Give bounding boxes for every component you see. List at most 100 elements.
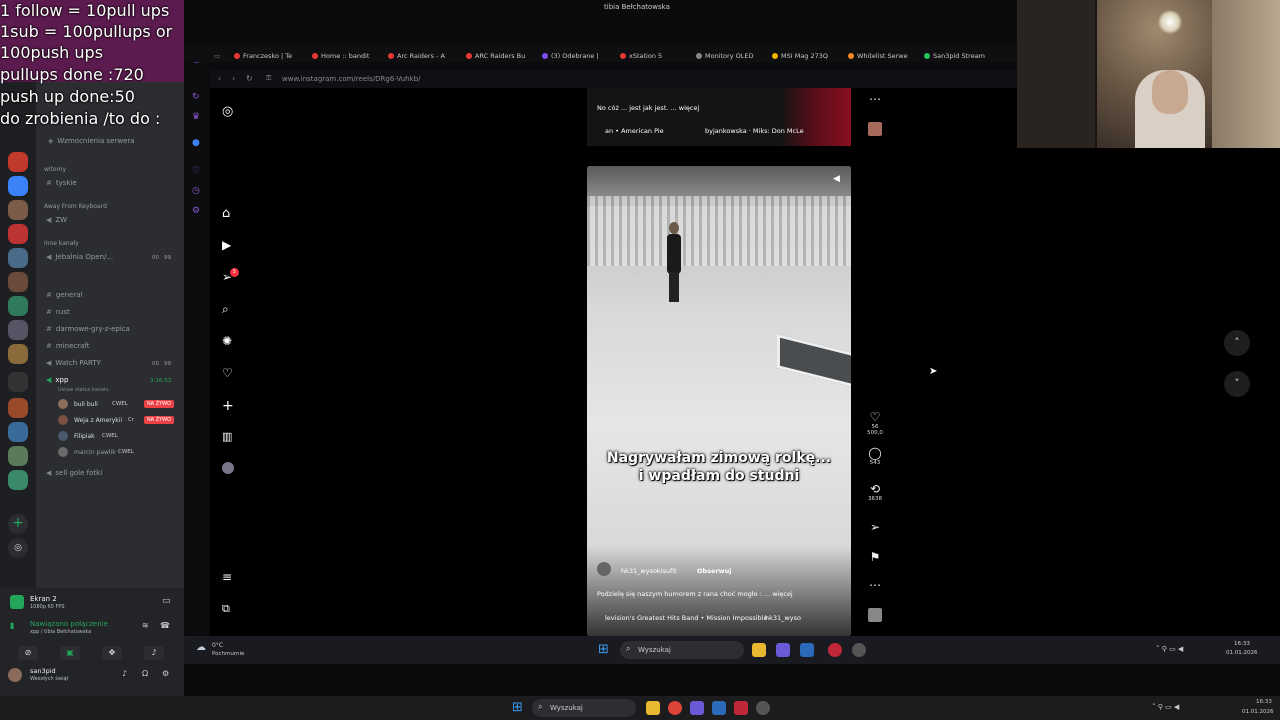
windows-start-icon[interactable]: ⊞ xyxy=(512,700,523,715)
reel-music[interactable]: levision's Greatest Hits Band • Mission … xyxy=(605,614,767,622)
disconnect-icon[interactable]: ☎ xyxy=(160,621,170,630)
reel-previous[interactable]: No cóż ... jest jak jest. ... więcej an … xyxy=(587,88,851,146)
channel-sell[interactable]: ◀ sell gole fotki xyxy=(46,469,102,477)
server-icon[interactable] xyxy=(8,152,28,172)
bag-icon[interactable]: ♛ xyxy=(192,112,200,122)
forward-icon[interactable]: › xyxy=(232,74,235,83)
voice-connected-channel[interactable]: xpp / tibia Bełchatowska xyxy=(30,629,91,635)
settings-icon[interactable]: ⚙ xyxy=(192,206,200,216)
server-icon[interactable] xyxy=(8,422,28,442)
file-explorer-icon[interactable] xyxy=(752,643,766,657)
camera-off-button[interactable]: ⊘ xyxy=(18,646,38,660)
channel-status[interactable]: Ustaw status kanału xyxy=(58,387,109,393)
follow-button[interactable]: Obserwuj xyxy=(697,567,732,575)
explore-icon[interactable]: ✺ xyxy=(222,334,236,348)
headphones-icon[interactable]: Ω xyxy=(142,669,148,678)
app-icon[interactable] xyxy=(734,701,748,715)
audio-thumb[interactable] xyxy=(865,122,885,136)
reel-author[interactable]: hk31_wysokisufit xyxy=(621,567,677,575)
activities-button[interactable]: ✥ xyxy=(102,646,122,660)
reload-icon[interactable]: ↻ xyxy=(246,74,253,83)
channel-rust[interactable]: # rust xyxy=(46,308,70,316)
tab-list-icon[interactable]: ▭ xyxy=(214,52,220,60)
voice-user-name[interactable]: Filipiak xyxy=(74,433,95,440)
browser-tab[interactable]: Monitory OLED xyxy=(696,52,753,60)
taskbar-search[interactable]: Wyszukaj xyxy=(620,641,744,659)
steam-icon[interactable] xyxy=(800,643,814,657)
microphone-icon[interactable]: ♪ xyxy=(122,669,127,678)
save-button[interactable]: ⚑ xyxy=(865,550,885,564)
opera-icon[interactable] xyxy=(828,643,842,657)
steam-icon[interactable] xyxy=(712,701,726,715)
author-avatar[interactable] xyxy=(597,562,611,576)
server-icon[interactable] xyxy=(8,398,28,418)
lock-icon[interactable]: ⚿ xyxy=(266,74,271,83)
category-inne[interactable]: inne kanały xyxy=(44,240,79,247)
server-icon[interactable] xyxy=(8,224,28,244)
like-button[interactable]: ♡ 56 500,0 xyxy=(865,410,885,436)
channel-general[interactable]: # general xyxy=(46,291,82,299)
reel-music[interactable]: an • American Pie xyxy=(605,127,664,135)
channel-darmowe[interactable]: # darmowe-gry-z-epica xyxy=(46,325,130,333)
server-icon[interactable] xyxy=(8,176,28,196)
messenger-icon[interactable]: ● xyxy=(192,138,200,148)
screen-share-button[interactable]: ▣ xyxy=(60,646,80,660)
clock-date[interactable]: 01.01.2026 xyxy=(1226,650,1258,656)
discover-icon[interactable]: ◎ xyxy=(8,538,28,558)
reel-audio-author[interactable]: byjankowska · Miks: Don McLe xyxy=(705,127,804,135)
screen-share-panel[interactable]: Ekran 2 1080p 60 FPS ▭ xyxy=(6,592,180,614)
share-button[interactable]: ➢ xyxy=(865,520,885,534)
soundboard-button[interactable]: ♪ xyxy=(144,646,164,660)
channel-minecraft[interactable]: # minecraft xyxy=(46,342,89,350)
boost-item[interactable]: ◈ Wzmocnienia serwera xyxy=(48,137,135,145)
tray-icons[interactable]: ˄ ⚲ ▭ ◀ xyxy=(1156,645,1183,653)
taskbar-search[interactable]: Wyszukaj xyxy=(532,699,636,717)
channel-watch-party[interactable]: ◀ Watch PARTY xyxy=(46,359,101,367)
server-icon[interactable] xyxy=(8,372,28,392)
server-icon[interactable] xyxy=(8,296,28,316)
settings-gear-icon[interactable]: ⚙ xyxy=(162,669,169,678)
clock-time[interactable]: 16:33 xyxy=(1256,699,1272,705)
more-options-icon[interactable]: ⋯ xyxy=(865,578,885,592)
discord-icon[interactable] xyxy=(690,701,704,715)
back-icon[interactable]: ‹ xyxy=(218,74,221,83)
server-icon[interactable] xyxy=(8,248,28,268)
server-icon[interactable] xyxy=(8,446,28,466)
reels-icon[interactable]: ▶ xyxy=(222,238,236,252)
server-icon[interactable] xyxy=(8,272,28,292)
browser-tab[interactable]: San3pid Stream xyxy=(924,52,985,60)
browser-tab[interactable]: Whitelist Serwe xyxy=(848,52,908,60)
browser-tab[interactable]: (3) Odebrane | xyxy=(542,52,599,60)
voice-user-name[interactable]: Weja z Amerykii xyxy=(74,417,122,424)
channel-zw[interactable]: ◀ ZW xyxy=(46,216,67,224)
file-explorer-icon[interactable] xyxy=(646,701,660,715)
chrome-icon[interactable] xyxy=(668,701,682,715)
history-icon[interactable]: ↻ xyxy=(192,92,200,102)
create-icon[interactable]: + xyxy=(222,398,236,414)
reel-current[interactable]: ◀ Nagrywałam zimową rolkę... i wpadłam d… xyxy=(587,166,851,636)
windows-start-icon[interactable]: ⊞ xyxy=(598,642,609,657)
profile-avatar[interactable] xyxy=(222,462,234,474)
browser-tab[interactable]: Home :: bandit xyxy=(312,52,369,60)
server-icon[interactable] xyxy=(8,344,28,364)
search-icon[interactable]: ⌕ xyxy=(222,302,236,316)
home-icon[interactable]: ⌂ xyxy=(222,206,236,221)
clock-icon[interactable]: ◷ xyxy=(192,186,200,196)
browser-tab[interactable]: MSI Mag 273Q xyxy=(772,52,828,60)
settings-icon[interactable] xyxy=(756,701,770,715)
next-reel-button[interactable]: ˅ xyxy=(1224,371,1250,397)
tray-icons[interactable]: ˄ ⚲ ▭ ◀ xyxy=(1152,703,1179,711)
channel-xpp[interactable]: ◀ xpp xyxy=(46,376,68,384)
clock-time[interactable]: 16:33 xyxy=(1234,641,1250,647)
noise-suppression-icon[interactable]: ≋ xyxy=(142,621,149,630)
browser-tab[interactable]: Arc Raiders - A xyxy=(388,52,445,60)
repost-button[interactable]: ⟲ 3638 xyxy=(865,482,885,502)
previous-reel-button[interactable]: ˄ xyxy=(1224,330,1250,356)
comment-button[interactable]: ◯ 543 xyxy=(865,446,885,466)
browser-tab[interactable]: ARC Raiders Bu xyxy=(466,52,525,60)
more-apps-icon[interactable]: ⧉ xyxy=(222,602,236,616)
channel-jebalnia[interactable]: ◀ Jebalnia Open/... xyxy=(46,253,113,261)
user-avatar[interactable] xyxy=(8,668,22,682)
discord-icon[interactable] xyxy=(776,643,790,657)
weather-temp[interactable]: 0°C xyxy=(212,642,223,649)
